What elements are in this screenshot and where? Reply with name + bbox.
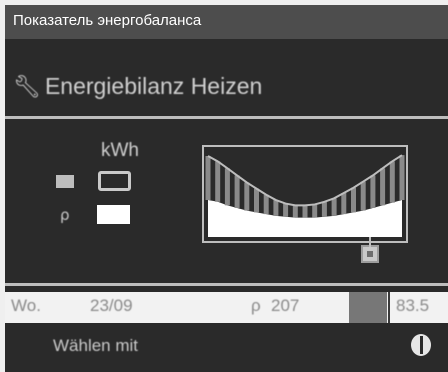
status-day: Wo. (11, 296, 41, 315)
legend-box-filled (97, 205, 130, 224)
device-display: Показатель энергобаланса 🔧︎ Energiebilanz… (5, 5, 448, 372)
menu-header[interactable]: 🔧︎ Energiebilanz Heizen (13, 73, 262, 100)
legend-unit: kWh (101, 140, 139, 161)
divider-bottom (5, 283, 448, 286)
bottom-hint: Wählen mit (53, 336, 139, 355)
rotary-knob-icon[interactable] (411, 334, 431, 356)
marker-icon: ρ (60, 206, 70, 224)
status-value: 207 (271, 296, 300, 315)
wrench-icon: 🔧︎ (13, 74, 41, 99)
title-bar: Показатель энергобаланса (5, 5, 448, 39)
status-value-mark: ρ (251, 296, 261, 315)
grey-square-icon (56, 175, 74, 188)
menu-title: Energiebilanz Heizen (44, 73, 263, 99)
energy-chart (202, 145, 408, 243)
divider-top (5, 116, 448, 119)
status-bar: Wo. 23/09 ρ 207 83.5 (5, 292, 448, 323)
status-date: 23/09 (90, 296, 133, 315)
legend-box-outlined (98, 171, 131, 191)
chart-cursor-marker[interactable] (361, 237, 379, 263)
status-swatch (349, 292, 387, 323)
status-last-value: 83.5 (396, 296, 430, 315)
window-title: Показатель энергобаланса (13, 12, 202, 29)
status-last-cell: 83.5 (388, 292, 448, 323)
